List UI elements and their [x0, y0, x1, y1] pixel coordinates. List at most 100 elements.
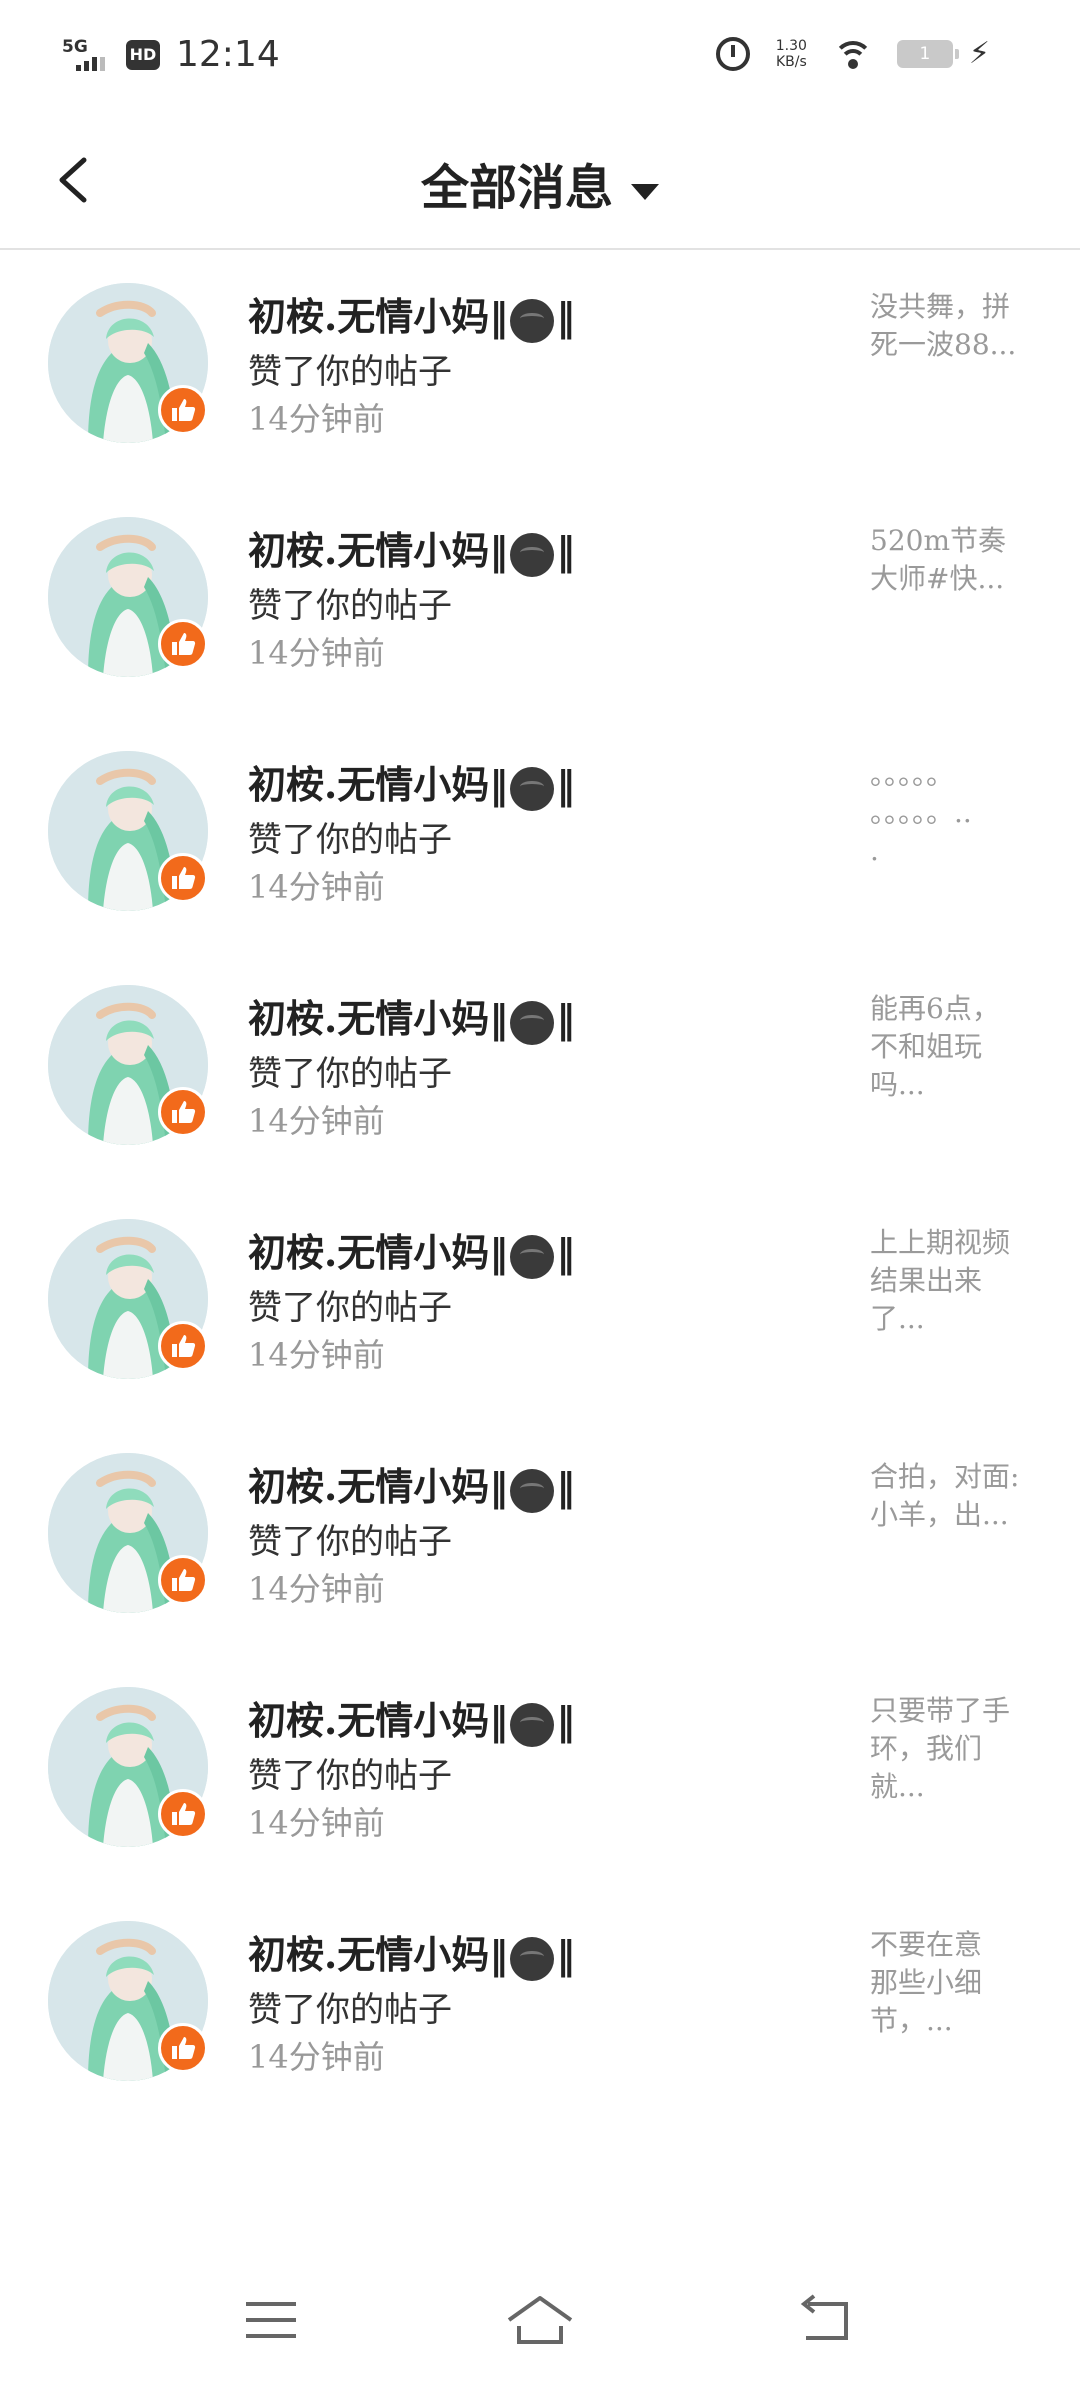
thumbs-up-icon	[172, 399, 196, 421]
list-item[interactable]: 初桉.无情小妈‖ ‖ 赞了你的帖子 14分钟前 合拍，对面: 小羊，出...	[0, 1398, 1080, 1632]
status-time: 12:14	[176, 34, 280, 75]
list-item[interactable]: 初桉.无情小妈‖ ‖ 赞了你的帖子 14分钟前 。。。。。 。。。。。.. .	[0, 696, 1080, 930]
post-preview[interactable]: 只要带了手 环，我们 就...	[870, 1692, 1050, 1806]
action-text: 赞了你的帖子	[248, 1054, 452, 1094]
like-badge	[158, 2023, 208, 2073]
page-title-dropdown[interactable]: 全部消息	[0, 148, 1080, 218]
message-list[interactable]: 赞了你的帖子 13分钟前 还跟我交 友，... 初桉.无情小妈‖‖ 赞了你的帖子…	[0, 250, 1080, 2250]
thumbs-up-icon	[172, 1569, 196, 1591]
name-decoration: ‖ ‖	[489, 1932, 575, 1981]
timestamp: 14分钟前	[248, 1336, 385, 1374]
post-preview[interactable]: 上上期视频 结果出来 了...	[870, 1224, 1050, 1338]
timestamp: 14分钟前	[248, 1804, 385, 1842]
post-preview[interactable]: 没共舞，拼 死一波88...	[870, 288, 1050, 364]
emoji-face-icon	[510, 1234, 555, 1279]
network-speed: 1.30 KB/s	[776, 38, 807, 70]
list-item[interactable]: 初桉.无情小妈‖ ‖ 赞了你的帖子 14分钟前 上上期视频 结果出来 了...	[0, 1164, 1080, 1398]
user-name-text: 初桉.无情小妈	[248, 762, 490, 807]
like-badge	[158, 619, 208, 669]
message-list-content: 赞了你的帖子 13分钟前 还跟我交 友，... 初桉.无情小妈‖‖ 赞了你的帖子…	[0, 250, 1080, 2100]
emoji-face-icon	[510, 1000, 555, 1045]
system-nav-bar	[0, 2250, 1080, 2400]
emoji-face-icon	[510, 1468, 555, 1513]
user-name-text: 初桉.无情小妈	[248, 1230, 490, 1275]
thumbs-up-icon	[172, 867, 196, 889]
post-preview[interactable]: 。。。。。 。。。。。.. .	[870, 756, 1050, 870]
page-title: 全部消息	[420, 160, 613, 216]
emoji-face-icon	[510, 298, 555, 343]
user-name[interactable]: 初桉.无情小妈‖ ‖	[248, 520, 575, 577]
action-text: 赞了你的帖子	[248, 586, 452, 626]
post-preview[interactable]: 520m节奏 大师#快...	[870, 522, 1050, 598]
home-icon	[507, 2296, 573, 2344]
network-speed-unit: KB/s	[775, 53, 807, 70]
thumbs-up-icon	[172, 633, 196, 655]
action-text: 赞了你的帖子	[248, 1990, 452, 2030]
emoji-face-icon	[510, 532, 555, 577]
like-badge	[158, 1087, 208, 1137]
user-name[interactable]: 初桉.无情小妈‖ ‖	[248, 1690, 575, 1747]
like-badge	[158, 1321, 208, 1371]
user-name-text: 初桉.无情小妈	[248, 1464, 490, 1509]
menu-button[interactable]	[236, 2290, 306, 2350]
user-name-text: 初桉.无情小妈	[248, 996, 490, 1041]
hd-badge: HD	[126, 39, 160, 70]
return-icon	[800, 2294, 848, 2340]
post-preview[interactable]: 不要在意 那些小细 节，...	[870, 1926, 1050, 2040]
timestamp: 14分钟前	[248, 634, 385, 672]
action-text: 赞了你的帖子	[248, 352, 452, 392]
post-preview[interactable]: 能再6点， 不和姐玩 吗...	[870, 990, 1050, 1104]
user-name[interactable]: 初桉.无情小妈‖ ‖	[248, 286, 575, 343]
name-decoration: ‖ ‖	[489, 1230, 575, 1279]
action-text: 赞了你的帖子	[248, 1288, 452, 1328]
post-preview[interactable]: 合拍，对面: 小羊，出...	[870, 1458, 1050, 1534]
network-type: 5G	[62, 36, 88, 57]
emoji-face-icon	[510, 1936, 555, 1981]
user-name-text: 初桉.无情小妈	[248, 294, 490, 339]
user-name-text: 初桉.无情小妈	[248, 528, 490, 573]
like-badge	[158, 1555, 208, 1605]
status-right: 1.30 KB/s 1 ⚡	[715, 36, 990, 71]
signal-indicator: 5G	[58, 35, 108, 75]
like-badge	[158, 385, 208, 435]
user-name[interactable]: 初桉.无情小妈‖ ‖	[248, 754, 575, 811]
thumbs-up-icon	[172, 1335, 196, 1357]
status-bar: 5G HD 12:14 1.30 KB/s 1 ⚡	[0, 0, 1080, 110]
action-text: 赞了你的帖子	[248, 1522, 452, 1562]
wifi-icon	[832, 39, 873, 69]
user-name-text: 初桉.无情小妈	[248, 1932, 490, 1977]
home-button[interactable]	[505, 2290, 575, 2350]
name-decoration: ‖ ‖	[489, 996, 575, 1045]
list-item[interactable]: 初桉.无情小妈‖ ‖ 赞了你的帖子 14分钟前 只要带了手 环，我们 就...	[0, 1632, 1080, 1866]
timestamp: 14分钟前	[248, 1570, 385, 1608]
network-speed-value: 1.30	[775, 37, 807, 54]
name-decoration: ‖ ‖	[489, 294, 575, 343]
thumbs-up-icon	[172, 1803, 196, 1825]
emoji-face-icon	[510, 766, 555, 811]
action-text: 赞了你的帖子	[248, 1756, 452, 1796]
timestamp: 14分钟前	[248, 2038, 385, 2076]
action-text: 赞了你的帖子	[248, 820, 452, 860]
caret-down-icon	[631, 183, 659, 200]
user-name-text: 初桉.无情小妈	[248, 1698, 490, 1743]
emoji-face-icon	[510, 1702, 555, 1747]
list-item[interactable]: 初桉.无情小妈‖ ‖ 赞了你的帖子 14分钟前 没共舞，拼 死一波88...	[0, 250, 1080, 462]
signal-bars-icon	[76, 56, 105, 71]
name-decoration: ‖ ‖	[489, 1698, 575, 1747]
list-item[interactable]: 初桉.无情小妈‖ ‖ 赞了你的帖子 14分钟前 能再6点， 不和姐玩 吗...	[0, 930, 1080, 1164]
return-button[interactable]	[790, 2290, 860, 2350]
status-left: 5G HD 12:14	[58, 34, 280, 75]
thumbs-up-icon	[172, 1101, 196, 1123]
list-item[interactable]: 初桉.无情小妈‖ ‖ 赞了你的帖子 14分钟前 不要在意 那些小细 节，...	[0, 1866, 1080, 2100]
user-name[interactable]: 初桉.无情小妈‖ ‖	[248, 1222, 575, 1279]
like-badge	[158, 1789, 208, 1839]
like-badge	[158, 853, 208, 903]
alarm-icon	[715, 36, 750, 71]
user-name[interactable]: 初桉.无情小妈‖ ‖	[248, 988, 575, 1045]
timestamp: 14分钟前	[248, 868, 385, 906]
user-name[interactable]: 初桉.无情小妈‖ ‖	[248, 1924, 575, 1981]
list-item[interactable]: 初桉.无情小妈‖ ‖ 赞了你的帖子 14分钟前 520m节奏 大师#快...	[0, 462, 1080, 696]
user-name[interactable]: 初桉.无情小妈‖ ‖	[248, 1456, 575, 1513]
menu-icon	[246, 2302, 296, 2338]
header-bar: 全部消息	[0, 110, 1080, 250]
